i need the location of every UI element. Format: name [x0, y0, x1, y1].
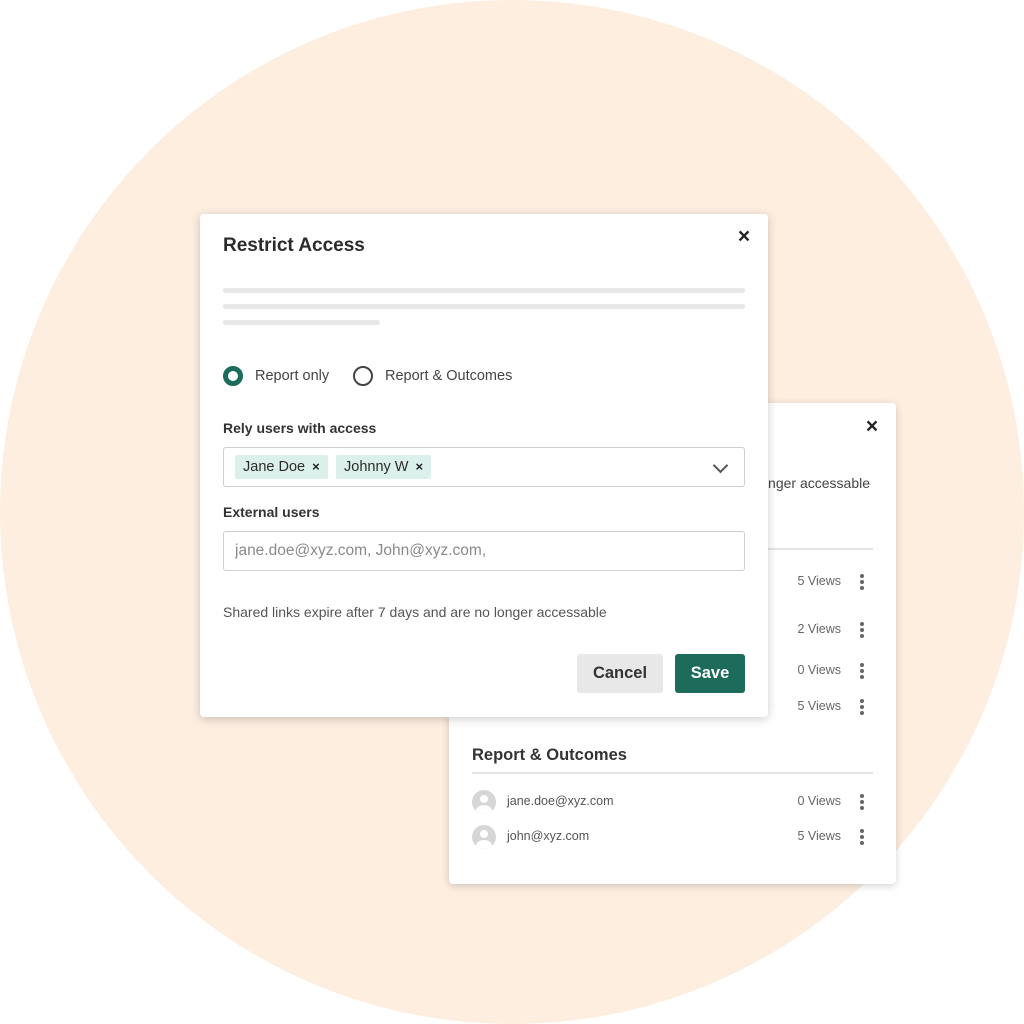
- kebab-menu-icon[interactable]: [857, 790, 867, 814]
- views-count: 2 Views: [797, 622, 841, 636]
- save-button[interactable]: Save: [675, 654, 745, 693]
- radio-label: Report only: [255, 368, 330, 384]
- user-chip: Jane Doe ×: [235, 455, 328, 479]
- placeholder-line: [223, 288, 745, 293]
- user-email: jane.doe@xyz.com: [507, 794, 614, 808]
- rely-users-label: Rely users with access: [223, 420, 377, 436]
- views-count: 0 Views: [797, 794, 841, 808]
- close-icon[interactable]: ×: [862, 416, 882, 437]
- user-chip: Johnny W ×: [336, 455, 432, 479]
- external-users-label: External users: [223, 504, 320, 520]
- section-title: Report & Outcomes: [472, 746, 627, 764]
- kebab-menu-icon[interactable]: [857, 570, 867, 594]
- chip-label: Johnny W: [344, 459, 409, 475]
- rely-users-select[interactable]: Jane Doe × Johnny W ×: [223, 447, 745, 487]
- chip-label: Jane Doe: [243, 459, 306, 475]
- modal-title: Restrict Access: [223, 235, 365, 256]
- user-avatar-icon: [472, 825, 496, 849]
- radio-unchecked-icon: [353, 366, 373, 386]
- views-count: 5 Views: [797, 829, 841, 843]
- close-icon[interactable]: ×: [734, 226, 754, 247]
- restrict-access-modal: Restrict Access × Report only Report & O…: [200, 214, 768, 717]
- views-count: 5 Views: [797, 574, 841, 588]
- remove-chip-icon[interactable]: ×: [415, 455, 423, 479]
- user-email: john@xyz.com: [507, 829, 590, 843]
- cancel-button[interactable]: Cancel: [577, 654, 663, 693]
- list-item: jane.doe@xyz.com 0 Views: [472, 790, 873, 814]
- kebab-menu-icon[interactable]: [857, 659, 867, 683]
- kebab-menu-icon[interactable]: [857, 695, 867, 719]
- kebab-menu-icon[interactable]: [857, 618, 867, 642]
- expiry-hint: Shared links expire after 7 days and are…: [223, 604, 607, 620]
- divider: [472, 772, 873, 774]
- views-count: 5 Views: [797, 699, 841, 713]
- remove-chip-icon[interactable]: ×: [312, 455, 320, 479]
- placeholder-line: [223, 304, 745, 309]
- radio-label: Report & Outcomes: [385, 368, 513, 384]
- user-avatar-icon: [472, 790, 496, 814]
- radio-checked-icon: [223, 366, 243, 386]
- chevron-down-icon[interactable]: [712, 457, 729, 474]
- views-count: 0 Views: [797, 663, 841, 677]
- external-users-input[interactable]: [223, 531, 745, 571]
- kebab-menu-icon[interactable]: [857, 825, 867, 849]
- list-item: john@xyz.com 5 Views: [472, 825, 873, 849]
- placeholder-line: [223, 320, 380, 325]
